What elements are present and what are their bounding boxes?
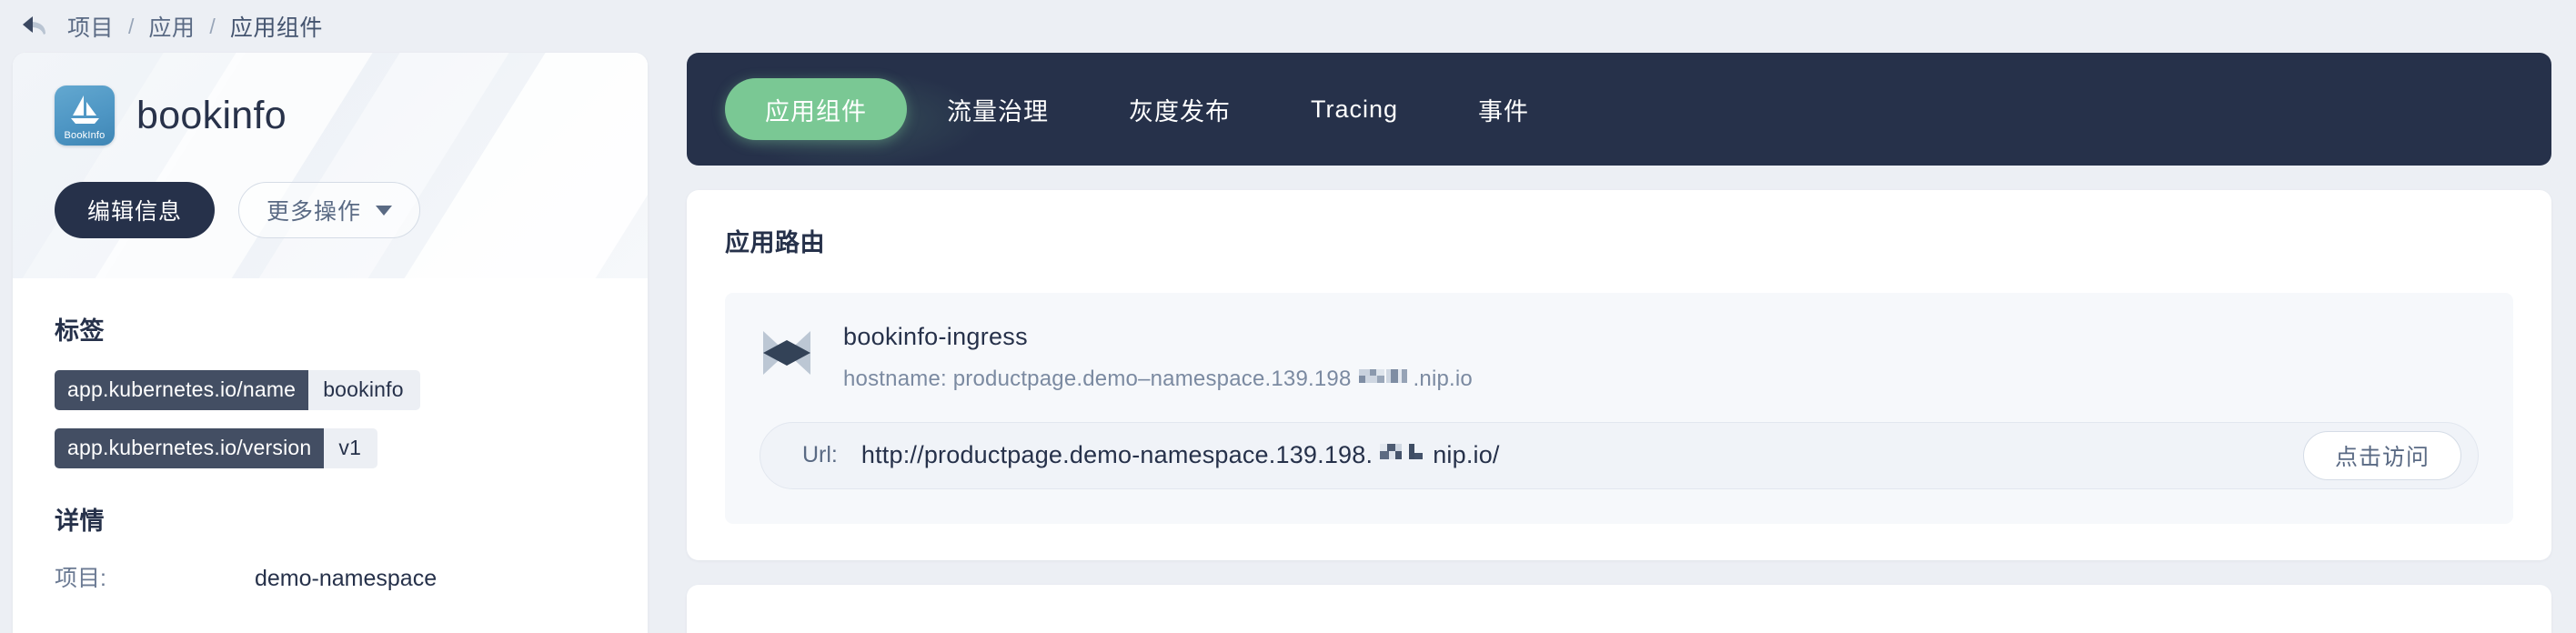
back-arrow-icon[interactable] xyxy=(20,11,51,42)
label-tag: app.kubernetes.io/version v1 xyxy=(55,428,378,468)
app-info-panel: BookInfo bookinfo 编辑信息 更多操作 标签 app.kuber… xyxy=(13,53,648,633)
breadcrumb-item-project[interactable]: 项目 xyxy=(67,10,114,43)
label-tag-value: v1 xyxy=(338,436,362,459)
detail-row: 项目: demo-namespace xyxy=(55,560,606,593)
route-url-suffix: nip.io/ xyxy=(1433,441,1500,469)
tab-traffic-governance[interactable]: 流量治理 xyxy=(907,78,1089,140)
app-info-header: BookInfo bookinfo 编辑信息 更多操作 xyxy=(13,53,648,278)
chevron-down-icon xyxy=(376,205,393,216)
redacted-ip-segment xyxy=(1358,367,1410,392)
labels-list: app.kubernetes.io/name bookinfo app.kube… xyxy=(55,370,606,468)
details-section-heading: 详情 xyxy=(55,507,105,535)
app-action-buttons: 编辑信息 更多操作 xyxy=(55,182,606,238)
ingress-gateway-icon xyxy=(760,327,814,383)
app-info-body: 标签 app.kubernetes.io/name bookinfo app.k… xyxy=(13,311,648,593)
route-url-link[interactable]: http://productpage.demo-namespace.139.19… xyxy=(861,441,2279,469)
tab-app-components[interactable]: 应用组件 xyxy=(725,78,907,140)
details-list: 项目: demo-namespace xyxy=(55,560,606,593)
breadcrumb-bar: 项目 / 应用 / 应用组件 xyxy=(0,0,2576,53)
edit-info-button[interactable]: 编辑信息 xyxy=(55,182,216,238)
tab-gray-release[interactable]: 灰度发布 xyxy=(1089,78,1271,140)
app-routes-title: 应用路由 xyxy=(725,229,825,256)
route-url-row: Url: http://productpage.demo-namespace.1… xyxy=(760,421,2479,489)
label-tag-key: app.kubernetes.io/version xyxy=(55,428,325,468)
label-tag-value: bookinfo xyxy=(323,377,404,401)
tab-tracing[interactable]: Tracing xyxy=(1271,78,1438,140)
url-label: Url: xyxy=(802,442,838,468)
tab-events[interactable]: 事件 xyxy=(1438,78,1569,140)
route-hostname: hostname: productpage.demo–namespace.139… xyxy=(843,367,1473,392)
app-routes-card: 应用路由 bookinfo-ingress hostname: productp xyxy=(687,190,2551,560)
breadcrumb-separator-1: / xyxy=(128,14,135,38)
next-section-card xyxy=(687,584,2551,633)
breadcrumb-item-app-component[interactable]: 应用组件 xyxy=(230,10,323,43)
sailboat-icon: BookInfo xyxy=(55,85,115,146)
detail-row-key: 项目: xyxy=(55,566,106,591)
route-hostname-suffix: .nip.io xyxy=(1413,366,1473,391)
labels-section-heading: 标签 xyxy=(55,317,105,345)
more-actions-label: 更多操作 xyxy=(267,199,362,225)
label-tag-key: app.kubernetes.io/name xyxy=(55,370,309,410)
tab-bar: 应用组件 流量治理 灰度发布 Tracing 事件 xyxy=(687,53,2551,166)
content-column: 应用组件 流量治理 灰度发布 Tracing 事件 应用路由 bookinfo-… xyxy=(687,53,2551,633)
route-header: bookinfo-ingress hostname: productpage.d… xyxy=(760,323,2479,392)
breadcrumb-item-application[interactable]: 应用 xyxy=(148,10,195,43)
detail-row-value: demo-namespace xyxy=(255,566,438,591)
more-actions-button[interactable]: 更多操作 xyxy=(238,182,421,238)
label-tag: app.kubernetes.io/name bookinfo xyxy=(55,370,420,410)
app-icon-label: BookInfo xyxy=(64,130,106,141)
main-layout: BookInfo bookinfo 编辑信息 更多操作 标签 app.kuber… xyxy=(0,53,2576,633)
page-title: bookinfo xyxy=(136,93,287,137)
breadcrumb: 项目 / 应用 / 应用组件 xyxy=(67,10,323,43)
route-name: bookinfo-ingress xyxy=(843,323,1028,350)
visit-url-button[interactable]: 点击访问 xyxy=(2302,430,2461,480)
route-text-block: bookinfo-ingress hostname: productpage.d… xyxy=(843,323,1473,392)
route-item: bookinfo-ingress hostname: productpage.d… xyxy=(725,293,2513,524)
route-url-prefix: http://productpage.demo-namespace.139.19… xyxy=(860,441,1374,469)
breadcrumb-separator-2: / xyxy=(209,14,216,38)
app-title-row: BookInfo bookinfo xyxy=(55,85,606,146)
route-hostname-prefix: hostname: productpage.demo–namespace.139… xyxy=(843,366,1352,391)
redacted-url-segment xyxy=(1380,441,1429,469)
